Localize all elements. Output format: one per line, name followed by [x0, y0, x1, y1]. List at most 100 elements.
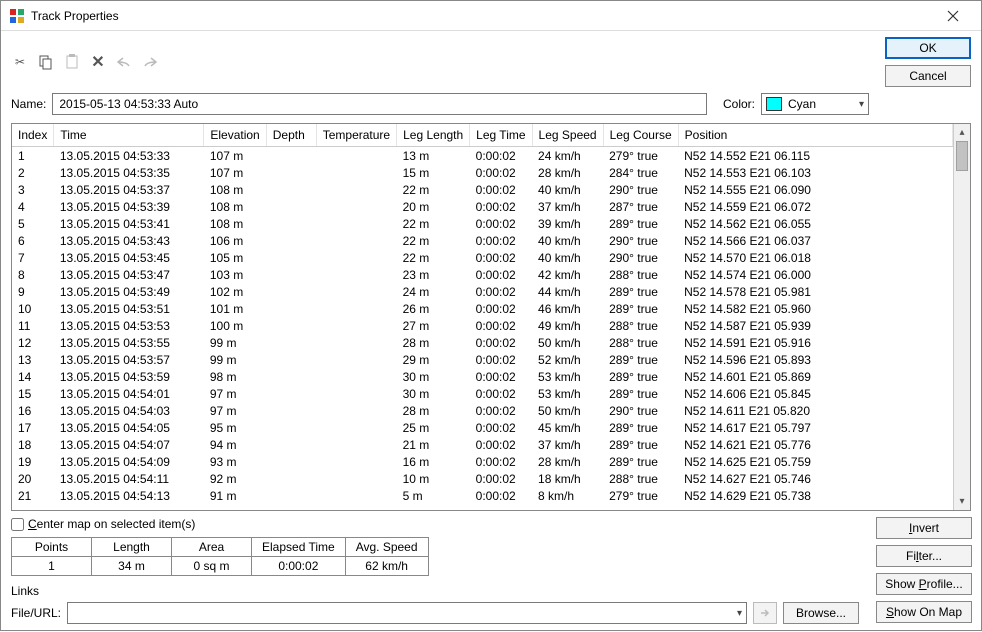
invert-button[interactable]: Invert: [876, 517, 972, 539]
table-row[interactable]: 413.05.2015 04:53:39108 m20 m0:00:0237 k…: [12, 198, 953, 215]
cell-legspeed: 39 km/h: [532, 215, 603, 232]
table-row[interactable]: 1513.05.2015 04:54:0197 m30 m0:00:0253 k…: [12, 385, 953, 402]
name-input[interactable]: [52, 93, 707, 115]
cell-elev: 100 m: [204, 317, 266, 334]
cell-temp: [316, 487, 396, 504]
delete-icon[interactable]: ✕: [89, 53, 107, 71]
cell-index: 16: [12, 402, 54, 419]
cell-time: 13.05.2015 04:53:33: [54, 147, 204, 165]
cell-time: 13.05.2015 04:53:53: [54, 317, 204, 334]
show-on-map-button[interactable]: Show On Map: [876, 601, 972, 623]
cell-pos: N52 14.552 E21 06.115: [678, 147, 952, 165]
column-header[interactable]: Index: [12, 124, 54, 147]
copy-icon[interactable]: [37, 53, 55, 71]
table-row[interactable]: 1113.05.2015 04:53:53100 m27 m0:00:0249 …: [12, 317, 953, 334]
cell-index: 14: [12, 368, 54, 385]
column-header[interactable]: Time: [54, 124, 204, 147]
table-row[interactable]: 2013.05.2015 04:54:1192 m10 m0:00:0218 k…: [12, 470, 953, 487]
table-row[interactable]: 613.05.2015 04:53:43106 m22 m0:00:0240 k…: [12, 232, 953, 249]
table-row[interactable]: 1713.05.2015 04:54:0595 m25 m0:00:0245 k…: [12, 419, 953, 436]
cell-leglen: 15 m: [397, 164, 470, 181]
cell-temp: [316, 436, 396, 453]
color-select[interactable]: Cyan ▾: [761, 93, 869, 115]
cell-index: 20: [12, 470, 54, 487]
cell-depth: [266, 283, 316, 300]
scroll-up-icon[interactable]: ▴: [954, 124, 970, 141]
column-header[interactable]: Elevation: [204, 124, 266, 147]
filter-button[interactable]: Filter...: [876, 545, 972, 567]
cancel-button[interactable]: Cancel: [885, 65, 971, 87]
show-profile-button[interactable]: Show Profile...: [876, 573, 972, 595]
column-header[interactable]: Depth: [266, 124, 316, 147]
undo-icon[interactable]: [115, 53, 133, 71]
cell-time: 13.05.2015 04:54:13: [54, 487, 204, 504]
column-header[interactable]: Leg Speed: [532, 124, 603, 147]
table-row[interactable]: 1013.05.2015 04:53:51101 m26 m0:00:0246 …: [12, 300, 953, 317]
table-row[interactable]: 1413.05.2015 04:53:5998 m30 m0:00:0253 k…: [12, 368, 953, 385]
column-header[interactable]: Position: [678, 124, 952, 147]
table-row[interactable]: 1813.05.2015 04:54:0794 m21 m0:00:0237 k…: [12, 436, 953, 453]
cell-legtime: 0:00:02: [470, 385, 532, 402]
cell-temp: [316, 368, 396, 385]
cell-legcourse: 289° true: [603, 436, 678, 453]
browse-button[interactable]: Browse...: [783, 602, 859, 624]
cell-index: 4: [12, 198, 54, 215]
cell-legspeed: 28 km/h: [532, 453, 603, 470]
scroll-thumb[interactable]: [956, 141, 968, 171]
cell-legcourse: 279° true: [603, 487, 678, 504]
cell-depth: [266, 317, 316, 334]
ok-button[interactable]: OK: [885, 37, 971, 59]
table-row[interactable]: 2113.05.2015 04:54:1391 m5 m0:00:028 km/…: [12, 487, 953, 504]
table-row[interactable]: 1313.05.2015 04:53:5799 m29 m0:00:0252 k…: [12, 351, 953, 368]
center-map-checkbox[interactable]: [11, 518, 24, 531]
table-row[interactable]: 913.05.2015 04:53:49102 m24 m0:00:0244 k…: [12, 283, 953, 300]
cell-leglen: 30 m: [397, 368, 470, 385]
cell-elev: 94 m: [204, 436, 266, 453]
cell-depth: [266, 487, 316, 504]
paste-icon[interactable]: [63, 53, 81, 71]
cell-leglen: 28 m: [397, 402, 470, 419]
scroll-down-icon[interactable]: ▾: [954, 493, 970, 510]
cell-legcourse: 279° true: [603, 147, 678, 165]
cell-legspeed: 53 km/h: [532, 368, 603, 385]
center-map-label[interactable]: Center map on selected item(s): [28, 517, 195, 531]
cell-pos: N52 14.570 E21 06.018: [678, 249, 952, 266]
cell-elev: 108 m: [204, 215, 266, 232]
table-row[interactable]: 313.05.2015 04:53:37108 m22 m0:00:0240 k…: [12, 181, 953, 198]
table-row[interactable]: 1913.05.2015 04:54:0993 m16 m0:00:0228 k…: [12, 453, 953, 470]
column-header[interactable]: Leg Length: [397, 124, 470, 147]
cell-leglen: 27 m: [397, 317, 470, 334]
cell-depth: [266, 164, 316, 181]
table-row[interactable]: 813.05.2015 04:53:47103 m23 m0:00:0242 k…: [12, 266, 953, 283]
cell-depth: [266, 419, 316, 436]
column-header[interactable]: Temperature: [316, 124, 396, 147]
cell-index: 21: [12, 487, 54, 504]
close-button[interactable]: [933, 2, 973, 30]
vertical-scrollbar[interactable]: ▴ ▾: [953, 124, 970, 510]
cell-leglen: 10 m: [397, 470, 470, 487]
cell-legtime: 0:00:02: [470, 487, 532, 504]
cell-elev: 91 m: [204, 487, 266, 504]
table-row[interactable]: 1213.05.2015 04:53:5599 m28 m0:00:0250 k…: [12, 334, 953, 351]
color-swatch: [766, 97, 782, 111]
table-row[interactable]: 213.05.2015 04:53:35107 m15 m0:00:0228 k…: [12, 164, 953, 181]
table-row[interactable]: 1613.05.2015 04:54:0397 m28 m0:00:0250 k…: [12, 402, 953, 419]
file-url-combo[interactable]: ▾: [67, 602, 747, 624]
cell-leglen: 22 m: [397, 232, 470, 249]
cell-time: 13.05.2015 04:53:51: [54, 300, 204, 317]
cell-time: 13.05.2015 04:53:45: [54, 249, 204, 266]
column-header[interactable]: Leg Course: [603, 124, 678, 147]
cell-leglen: 22 m: [397, 249, 470, 266]
table-row[interactable]: 713.05.2015 04:53:45105 m22 m0:00:0240 k…: [12, 249, 953, 266]
cell-time: 13.05.2015 04:54:11: [54, 470, 204, 487]
table-row[interactable]: 513.05.2015 04:53:41108 m22 m0:00:0239 k…: [12, 215, 953, 232]
cell-index: 17: [12, 419, 54, 436]
cell-legspeed: 46 km/h: [532, 300, 603, 317]
table-row[interactable]: 113.05.2015 04:53:33107 m13 m0:00:0224 k…: [12, 147, 953, 165]
cell-temp: [316, 147, 396, 165]
column-header[interactable]: Leg Time: [470, 124, 532, 147]
redo-icon[interactable]: [141, 53, 159, 71]
cell-legtime: 0:00:02: [470, 283, 532, 300]
cell-legspeed: 28 km/h: [532, 164, 603, 181]
cut-icon[interactable]: ✂: [11, 53, 29, 71]
